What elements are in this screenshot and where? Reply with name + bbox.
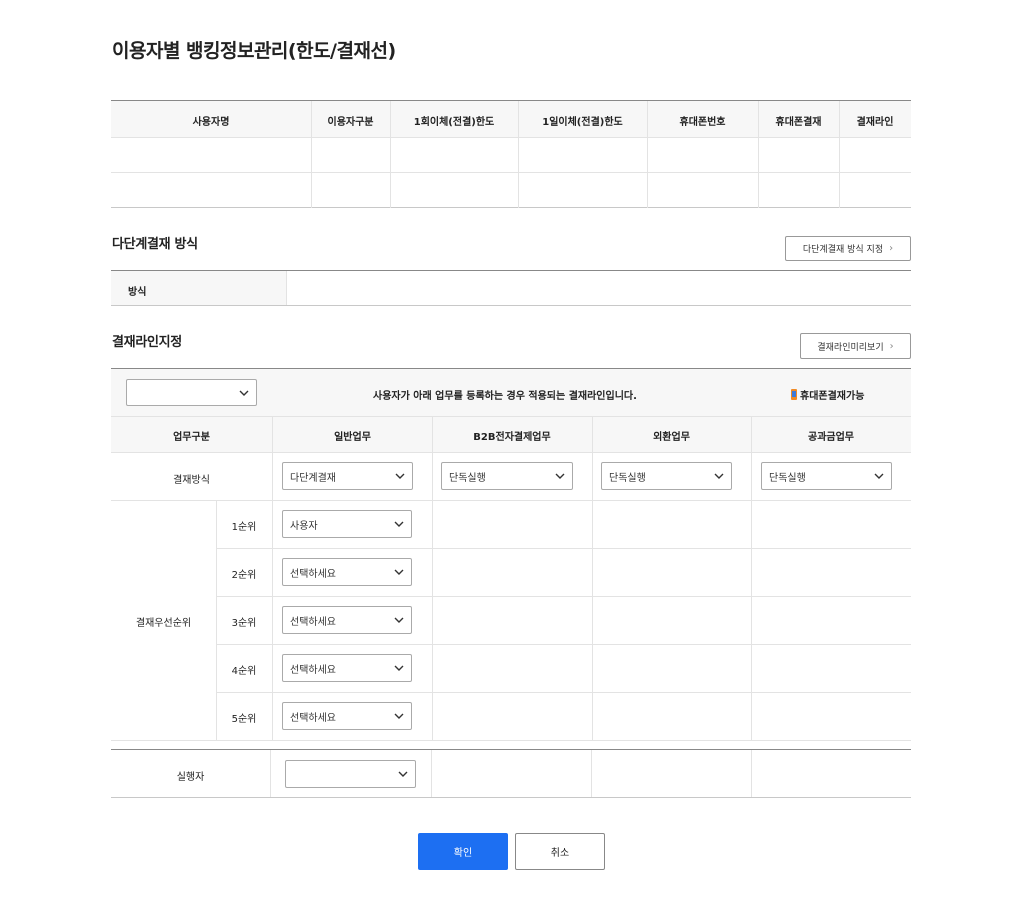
divider — [111, 500, 911, 501]
priority-rank-2: 2순위 — [231, 570, 257, 581]
divider — [270, 750, 271, 798]
column-header-general-task: 일반업무 — [334, 432, 371, 443]
column-header-user-name: 사용자명 — [192, 117, 230, 128]
divider — [111, 416, 911, 417]
column-header-b2b-task: B2B전자결제업무 — [473, 432, 551, 443]
set-multi-stage-method-button[interactable]: 다단계결재 방식 지정 › — [785, 236, 911, 261]
column-header-single-limit: 1회이체(전결)한도 — [413, 117, 495, 128]
chevron-down-icon — [394, 519, 404, 529]
priority-rank-3: 3순위 — [231, 618, 257, 629]
chevron-right-icon: › — [889, 243, 894, 254]
divider — [111, 137, 911, 138]
mobile-phone-icon — [791, 389, 797, 400]
chevron-down-icon — [874, 471, 884, 481]
priority-4-value: 선택하세요 — [290, 664, 336, 676]
utility-task-method-select[interactable]: 단독실행 — [761, 462, 892, 490]
priority-1-value: 사용자 — [290, 520, 318, 532]
divider — [111, 207, 911, 208]
divider — [111, 305, 911, 306]
priority-3-value: 선택하세요 — [290, 616, 336, 628]
method-label: 방식 — [128, 287, 147, 298]
chevron-down-icon — [395, 471, 405, 481]
chevron-down-icon — [394, 567, 404, 577]
divider — [111, 100, 911, 101]
divider — [216, 548, 911, 549]
priority-rank-5: 5순위 — [231, 714, 257, 725]
b2b-task-method-select[interactable]: 단독실행 — [441, 462, 573, 490]
priority-rank-1: 1순위 — [231, 522, 257, 533]
executor-select[interactable] — [285, 760, 416, 788]
general-task-method-select[interactable]: 다단계결재 — [282, 462, 413, 490]
column-header-approval-line: 결재라인 — [856, 117, 894, 128]
section-title-approval-line: 결재라인지정 — [112, 335, 182, 350]
priority-2-value: 선택하세요 — [290, 568, 336, 580]
divider — [111, 452, 911, 453]
column-header-phone-number: 휴대폰번호 — [679, 117, 726, 128]
priority-rank-4: 4순위 — [231, 666, 257, 677]
divider — [111, 172, 911, 173]
approval-line-preview-label: 결재라인미리보기 — [817, 342, 884, 353]
priority-4-select[interactable]: 선택하세요 — [282, 654, 412, 682]
mobile-approval-legend-label: 휴대폰결재가능 — [800, 391, 865, 402]
divider — [111, 740, 911, 741]
divider — [216, 692, 911, 693]
divider — [286, 271, 287, 305]
approval-line-preview-button[interactable]: 결재라인미리보기 › — [800, 333, 911, 359]
utility-task-method-value: 단독실행 — [769, 472, 806, 484]
divider — [111, 749, 911, 750]
chevron-down-icon — [239, 388, 249, 398]
priority-5-value: 선택하세요 — [290, 712, 336, 724]
mobile-approval-legend: 휴대폰결재가능 — [791, 387, 864, 402]
divider — [431, 750, 432, 798]
priority-3-select[interactable]: 선택하세요 — [282, 606, 412, 634]
column-header-utility-task: 공과금업무 — [808, 432, 854, 443]
divider — [591, 750, 592, 798]
chevron-down-icon — [394, 663, 404, 673]
divider — [111, 797, 911, 798]
fx-task-method-select[interactable]: 단독실행 — [601, 462, 732, 490]
cancel-button[interactable]: 취소 — [515, 833, 605, 870]
chevron-down-icon — [394, 711, 404, 721]
chevron-down-icon — [714, 471, 724, 481]
fx-task-method-value: 단독실행 — [609, 472, 646, 484]
section-title-multi-stage: 다단계결재 방식 — [112, 237, 198, 252]
executor-label: 실행자 — [176, 772, 205, 783]
set-multi-stage-method-label: 다단계결재 방식 지정 — [802, 245, 884, 255]
chevron-right-icon: › — [889, 340, 894, 352]
approval-notice: 사용자가 아래 업무를 등록하는 경우 적용되는 결재라인입니다. — [373, 391, 637, 402]
b2b-task-method-value: 단독실행 — [449, 472, 486, 484]
divider — [216, 644, 911, 645]
column-header-daily-limit: 1일이체(전결)한도 — [542, 117, 623, 128]
general-task-method-value: 다단계결재 — [290, 472, 336, 484]
chevron-down-icon — [398, 769, 408, 779]
column-header-fx-task: 외환업무 — [653, 432, 690, 443]
divider — [751, 750, 752, 798]
column-header-task-type: 업무구분 — [173, 432, 210, 443]
chevron-down-icon — [394, 615, 404, 625]
divider — [216, 596, 911, 597]
method-row-label: 결재방식 — [173, 475, 210, 486]
priority-row-label: 결재우선순위 — [135, 618, 192, 629]
priority-1-select[interactable]: 사용자 — [282, 510, 412, 538]
page-title: 이용자별 뱅킹정보관리(한도/결재선) — [112, 40, 396, 62]
column-header-mobile-approval: 휴대폰결재 — [775, 117, 822, 128]
approval-user-select[interactable] — [126, 379, 257, 406]
chevron-down-icon — [555, 471, 565, 481]
column-header-user-type: 이용자구분 — [327, 117, 374, 128]
priority-5-select[interactable]: 선택하세요 — [282, 702, 412, 730]
priority-2-select[interactable]: 선택하세요 — [282, 558, 412, 586]
confirm-button[interactable]: 확인 — [418, 833, 508, 870]
